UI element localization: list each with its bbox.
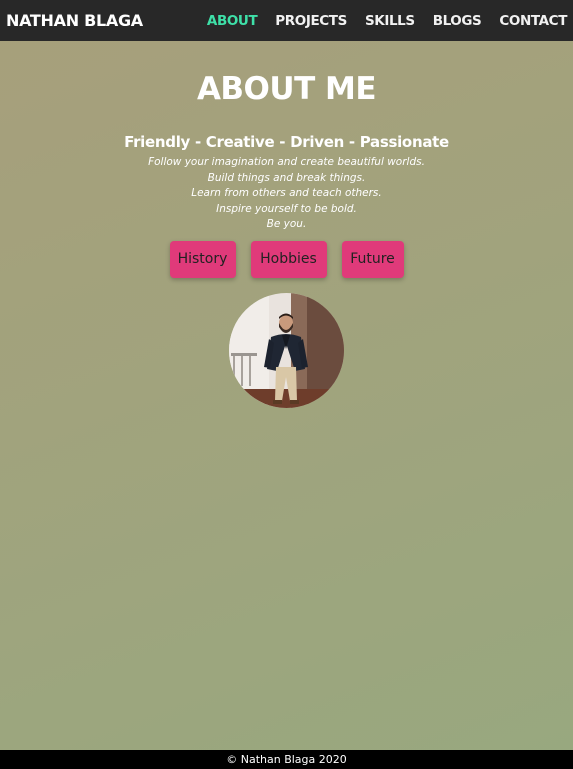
about-section: ABOUT ME Friendly - Creative - Driven - … bbox=[0, 41, 573, 408]
section-buttons: History Hobbies Future bbox=[0, 240, 573, 278]
nav-link-blogs[interactable]: BLOGS bbox=[433, 13, 482, 29]
history-button[interactable]: History bbox=[169, 240, 236, 278]
nav-link-projects[interactable]: PROJECTS bbox=[275, 13, 347, 29]
motto-line: Follow your imagination and create beaut… bbox=[148, 156, 425, 168]
page-title: ABOUT ME bbox=[196, 71, 377, 107]
brand-logo-link[interactable]: NATHAN BLAGA bbox=[6, 11, 143, 30]
motto-line: Learn from others and teach others. bbox=[191, 187, 382, 199]
motto-line: Build things and break things. bbox=[207, 171, 366, 184]
navbar: NATHAN BLAGA ABOUT PROJECTS SKILLS BLOGS… bbox=[0, 0, 573, 41]
footer: © Nathan Blaga 2020 bbox=[0, 750, 573, 769]
profile-photo bbox=[229, 292, 344, 408]
motto-line: Be you. bbox=[266, 218, 307, 230]
nav-link-contact[interactable]: CONTACT bbox=[499, 13, 567, 29]
hobbies-button[interactable]: Hobbies bbox=[250, 240, 327, 278]
nav-link-skills[interactable]: SKILLS bbox=[365, 13, 415, 29]
motto-text: Follow your imagination and create beaut… bbox=[0, 155, 573, 233]
tagline: Friendly - Creative - Driven - Passionat… bbox=[124, 133, 449, 151]
motto-line: Inspire yourself to be bold. bbox=[216, 202, 357, 215]
nav-link-about[interactable]: ABOUT bbox=[207, 13, 258, 29]
future-button[interactable]: Future bbox=[341, 240, 404, 278]
nav-links: ABOUT PROJECTS SKILLS BLOGS CONTACT bbox=[207, 13, 568, 29]
